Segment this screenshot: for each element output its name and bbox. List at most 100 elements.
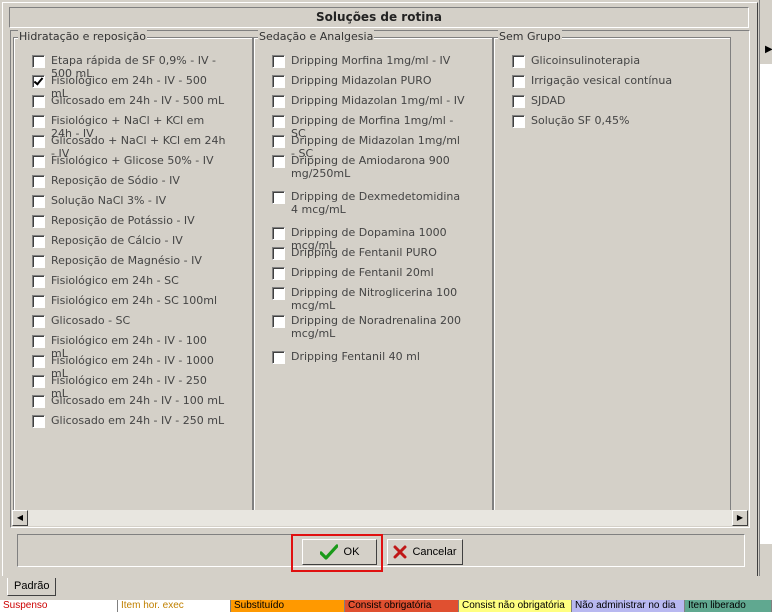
checkbox-item[interactable]: Glicosado em 24h - IV - 500 mL (32, 94, 232, 108)
scroll-right-icon[interactable]: ▶ (732, 510, 748, 526)
checkbox[interactable] (272, 75, 285, 88)
checkbox-label: Dripping de Amiodarona 900 mg/250mL (291, 154, 450, 180)
ok-label: OK (343, 546, 360, 558)
expand-right-arrow-icon[interactable]: ▶ (765, 44, 772, 55)
checkbox[interactable] (32, 235, 45, 248)
checkbox[interactable] (32, 55, 45, 68)
checkbox[interactable] (272, 351, 285, 364)
checkbox[interactable] (32, 335, 45, 348)
checkbox[interactable] (32, 415, 45, 428)
checkbox[interactable] (272, 115, 285, 128)
checkbox[interactable] (32, 135, 45, 148)
checkbox-item[interactable]: Reposição de Sódio - IV (32, 174, 232, 188)
checkbox-checked[interactable] (32, 75, 45, 88)
checkbox-label: Dripping Morfina 1mg/ml - IV (291, 54, 451, 67)
checkbox-item[interactable]: Dripping Fentanil 40 ml (272, 350, 472, 364)
legend-item: Consist obrigatória (345, 600, 459, 612)
bottom-tab-bar (0, 576, 772, 600)
checkbox-item[interactable]: Dripping de Fentanil 20ml (272, 266, 472, 280)
checkbox-label: Fisiológico + Glicose 50% - IV (51, 154, 214, 167)
checkbox-item[interactable]: SJDAD (512, 94, 712, 108)
legend-item: Item hor. exec (118, 600, 231, 612)
scroll-left-icon[interactable]: ◀ (12, 510, 28, 526)
checkbox-label: Dripping Midazolan 1mg/ml - IV (291, 94, 465, 107)
checkbox-item[interactable]: Dripping de Noradrenalina 200 mcg/mL (272, 314, 472, 340)
checkbox-item[interactable]: Glicosado - SC (32, 314, 232, 328)
checkbox[interactable] (512, 115, 525, 128)
checkbox[interactable] (272, 55, 285, 68)
checkbox[interactable] (272, 135, 285, 148)
checkbox[interactable] (32, 155, 45, 168)
checkbox-label: Dripping Fentanil 40 ml (291, 350, 420, 363)
checkbox-item[interactable]: Dripping de Dexmedetomidina 4 mcg/mL (272, 190, 472, 216)
tab-padrao[interactable]: Padrão (7, 578, 57, 596)
checkbox-item[interactable]: Dripping Midazolan PURO (272, 74, 472, 88)
checkbox[interactable] (32, 355, 45, 368)
checkbox-item[interactable]: Dripping de Fentanil PURO (272, 246, 472, 260)
checkbox[interactable] (32, 375, 45, 388)
checkbox[interactable] (512, 75, 525, 88)
checkbox[interactable] (272, 287, 285, 300)
checkbox[interactable] (512, 55, 525, 68)
checkbox-label: Dripping Midazolan PURO (291, 74, 432, 87)
legend-item: Consist não obrigatória (459, 600, 572, 612)
checkbox[interactable] (32, 255, 45, 268)
checkbox-item[interactable]: Solução SF 0,45% (512, 114, 712, 128)
checkmark-icon (319, 544, 338, 560)
checkbox-item[interactable]: Dripping de Nitroglicerina 100 mcg/mL (272, 286, 472, 312)
checkbox[interactable] (32, 95, 45, 108)
checkbox[interactable] (272, 247, 285, 260)
checkbox-label: Glicosado em 24h - IV - 250 mL (51, 414, 225, 427)
cancel-button[interactable]: Cancelar (387, 539, 463, 565)
checkbox-label: SJDAD (531, 94, 566, 107)
checkbox[interactable] (272, 227, 285, 240)
checkbox-item[interactable]: Fisiológico em 24h - SC (32, 274, 232, 288)
checkbox-label: Fisiológico em 24h - SC 100ml (51, 294, 218, 307)
group-hidratacao: Hidratação e reposição Etapa rápida de S… (13, 30, 253, 511)
checkbox-label: Dripping de Dexmedetomidina 4 mcg/mL (291, 190, 461, 216)
checkbox[interactable] (512, 95, 525, 108)
checkbox[interactable] (32, 315, 45, 328)
checkbox-item[interactable]: Reposição de Magnésio - IV (32, 254, 232, 268)
checkbox[interactable] (272, 267, 285, 280)
checkbox[interactable] (32, 195, 45, 208)
dialog-title: Soluções de rotina (9, 7, 749, 28)
checkbox-item[interactable]: Irrigação vesical contínua (512, 74, 712, 88)
checkbox[interactable] (272, 95, 285, 108)
checkbox-label: Dripping de Nitroglicerina 100 mcg/mL (291, 286, 458, 312)
checkbox[interactable] (32, 115, 45, 128)
checkbox-item[interactable]: Fisiológico + Glicose 50% - IV (32, 154, 232, 168)
legend-item: Substituído (231, 600, 345, 612)
checkbox[interactable] (272, 155, 285, 168)
checkbox[interactable] (272, 191, 285, 204)
checkbox-item[interactable]: Solução NaCl 3% - IV (32, 194, 232, 208)
checkbox-item[interactable]: Glicosado em 24h - IV - 100 mL (32, 394, 232, 408)
horizontal-scrollbar[interactable]: ◀ ▶ (12, 510, 748, 526)
checkbox-item[interactable]: Glicoinsulinoterapia (512, 54, 712, 68)
checkbox-item[interactable]: Dripping de Amiodarona 900 mg/250mL (272, 154, 472, 180)
checkbox-item[interactable]: Fisiológico em 24h - SC 100ml (32, 294, 232, 308)
checkbox-label: Fisiológico em 24h - SC (51, 274, 179, 287)
ok-button[interactable]: OK (302, 539, 377, 565)
checkbox[interactable] (32, 275, 45, 288)
checkbox-label: Glicosado em 24h - IV - 500 mL (51, 94, 225, 107)
group-title: Hidratação e reposição (18, 30, 147, 44)
checkbox-item[interactable]: Glicosado em 24h - IV - 250 mL (32, 414, 232, 428)
checkbox[interactable] (272, 315, 285, 328)
checkbox-label: Solução SF 0,45% (531, 114, 630, 127)
checkbox[interactable] (32, 295, 45, 308)
right-side-content (760, 64, 772, 544)
checkbox[interactable] (32, 215, 45, 228)
group-title: Sedação e Analgesia (258, 30, 375, 44)
checkbox-label: Reposição de Magnésio - IV (51, 254, 202, 267)
checkbox-label: Dripping de Noradrenalina 200 mcg/mL (291, 314, 462, 340)
checkbox-label: Glicosado - SC (51, 314, 131, 327)
group-title: Sem Grupo (498, 30, 562, 44)
checkbox[interactable] (32, 395, 45, 408)
checkbox-item[interactable]: Dripping Midazolan 1mg/ml - IV (272, 94, 472, 108)
checkbox[interactable] (32, 175, 45, 188)
checkbox-label: Dripping de Fentanil 20ml (291, 266, 434, 279)
checkbox-item[interactable]: Reposição de Potássio - IV (32, 214, 232, 228)
checkbox-item[interactable]: Reposição de Cálcio - IV (32, 234, 232, 248)
checkbox-item[interactable]: Dripping Morfina 1mg/ml - IV (272, 54, 472, 68)
